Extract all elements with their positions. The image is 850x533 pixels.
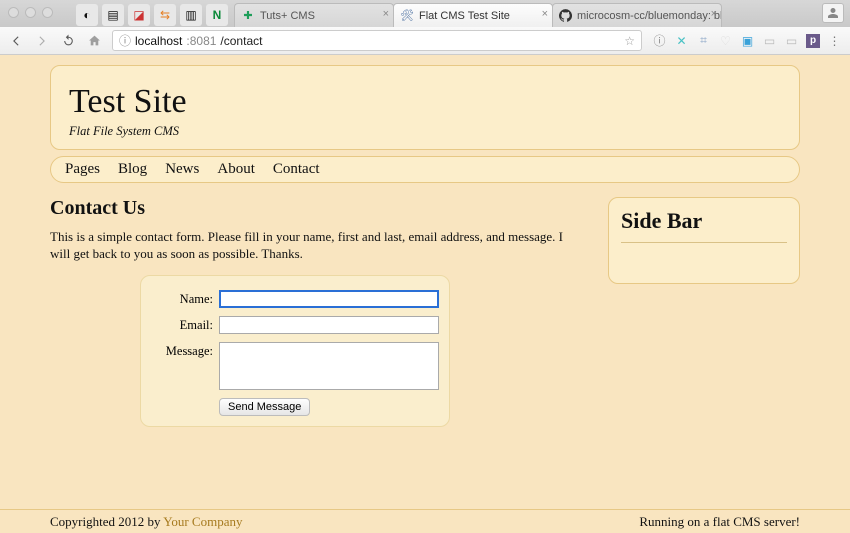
tab-tuts-cms[interactable]: ✚ Tuts+ CMS ×	[234, 3, 394, 27]
home-button[interactable]	[86, 33, 102, 49]
tab-label: Flat CMS Test Site	[419, 10, 510, 22]
email-field[interactable]	[219, 316, 439, 334]
site-tagline: Flat File System CMS	[69, 124, 781, 139]
info-icon: ⓘ	[119, 32, 131, 49]
favicon-icon: ✚	[241, 9, 255, 23]
forward-button[interactable]	[34, 33, 50, 49]
pinned-tab-1[interactable]: ◐	[76, 4, 98, 26]
label-message: Message:	[151, 342, 213, 359]
footer-company-link[interactable]: Your Company	[163, 514, 242, 529]
pinned-tab-5[interactable]: ▥	[180, 4, 202, 26]
nav-item-contact[interactable]: Contact	[273, 161, 320, 178]
label-email: Email:	[151, 316, 213, 333]
nav-item-blog[interactable]: Blog	[118, 161, 147, 178]
ext-icon-7[interactable]: ▭	[784, 33, 799, 48]
name-field[interactable]	[219, 290, 439, 308]
nav-item-news[interactable]: News	[165, 161, 199, 178]
sidebar-heading: Side Bar	[621, 208, 787, 234]
tab-label: Tuts+ CMS	[260, 10, 315, 22]
send-button[interactable]: Send Message	[219, 398, 310, 416]
tab-flat-cms[interactable]: 🛠 Flat CMS Test Site ×	[393, 3, 553, 27]
footer-left: Copyrighted 2012 by Your Company	[50, 514, 242, 530]
close-icon[interactable]: ×	[711, 8, 717, 20]
github-icon	[559, 9, 572, 23]
reload-icon	[62, 34, 75, 47]
bookmark-star-icon[interactable]: ☆	[624, 34, 635, 48]
footer-right: Running on a flat CMS server!	[639, 514, 800, 530]
close-icon[interactable]: ×	[542, 8, 548, 20]
contact-form: Name: Email: Message: Send Message	[140, 275, 450, 427]
pinned-tab-4[interactable]: ⇆	[154, 4, 176, 26]
pinned-tab-6[interactable]: N	[206, 4, 228, 26]
main-column: Contact Us This is a simple contact form…	[50, 197, 586, 427]
extension-icons: ⓘ ✕ ⌗ ♡ ▣ ▭ ▭ p ⋮	[652, 33, 842, 48]
traffic-light-minimize[interactable]	[25, 7, 36, 18]
nav-item-pages[interactable]: Pages	[65, 161, 100, 178]
content-area: Contact Us This is a simple contact form…	[50, 197, 800, 427]
tab-strip: ◐ ▤ ◪ ⇆ ▥ N ✚ Tuts+ CMS × 🛠 Flat CMS Tes…	[0, 0, 850, 27]
footer-copyright: Copyrighted 2012 by	[50, 514, 163, 529]
arrow-right-icon	[35, 34, 49, 48]
close-icon[interactable]: ×	[383, 8, 389, 20]
tab-label: microcosm-cc/bluemonday: bl	[577, 10, 722, 22]
reload-button[interactable]	[60, 33, 76, 49]
page-heading: Contact Us	[50, 197, 586, 220]
menu-icon[interactable]: ⋮	[827, 33, 842, 48]
url-path: /contact	[220, 34, 262, 48]
message-field[interactable]	[219, 342, 439, 390]
traffic-light-close[interactable]	[8, 7, 19, 18]
site-title: Test Site	[69, 84, 781, 120]
tab-github[interactable]: microcosm-cc/bluemonday: bl ×	[552, 3, 722, 27]
nav-item-about[interactable]: About	[217, 161, 255, 178]
page-viewport: Test Site Flat File System CMS Pages Blo…	[0, 55, 850, 533]
ext-icon-6[interactable]: ▭	[762, 33, 777, 48]
arrow-left-icon	[9, 34, 23, 48]
page-intro: This is a simple contact form. Please fi…	[50, 228, 586, 263]
pinned-tabs: ◐ ▤ ◪ ⇆ ▥ N	[70, 3, 234, 27]
traffic-light-zoom[interactable]	[42, 7, 53, 18]
footer: Copyrighted 2012 by Your Company Running…	[0, 509, 850, 533]
pinned-tab-3[interactable]: ◪	[128, 4, 150, 26]
user-icon	[827, 7, 839, 19]
toolbar: ⓘ localhost :8081/contact ☆ ⓘ ✕ ⌗ ♡ ▣ ▭ ▭…	[0, 27, 850, 54]
home-icon	[88, 34, 101, 47]
window-controls	[8, 7, 53, 18]
browser-chrome: ◐ ▤ ◪ ⇆ ▥ N ✚ Tuts+ CMS × 🛠 Flat CMS Tes…	[0, 0, 850, 55]
ext-icon-1[interactable]: ⓘ	[652, 33, 667, 48]
url-port: :8081	[186, 34, 216, 48]
ext-icon-8[interactable]: p	[806, 34, 820, 48]
site-header: Test Site Flat File System CMS	[50, 65, 800, 150]
ext-icon-4[interactable]: ♡	[718, 33, 733, 48]
favicon-icon: 🛠	[400, 9, 414, 23]
ext-icon-5[interactable]: ▣	[740, 33, 755, 48]
label-name: Name:	[151, 290, 213, 307]
profile-button[interactable]	[822, 3, 844, 23]
ext-icon-3[interactable]: ⌗	[696, 33, 711, 48]
address-bar[interactable]: ⓘ localhost :8081/contact ☆	[112, 30, 642, 51]
divider	[621, 242, 787, 243]
pinned-tab-2[interactable]: ▤	[102, 4, 124, 26]
main-nav: Pages Blog News About Contact	[50, 156, 800, 183]
back-button[interactable]	[8, 33, 24, 49]
sidebar: Side Bar	[608, 197, 800, 284]
ext-icon-2[interactable]: ✕	[674, 33, 689, 48]
url-host: localhost	[135, 34, 182, 48]
